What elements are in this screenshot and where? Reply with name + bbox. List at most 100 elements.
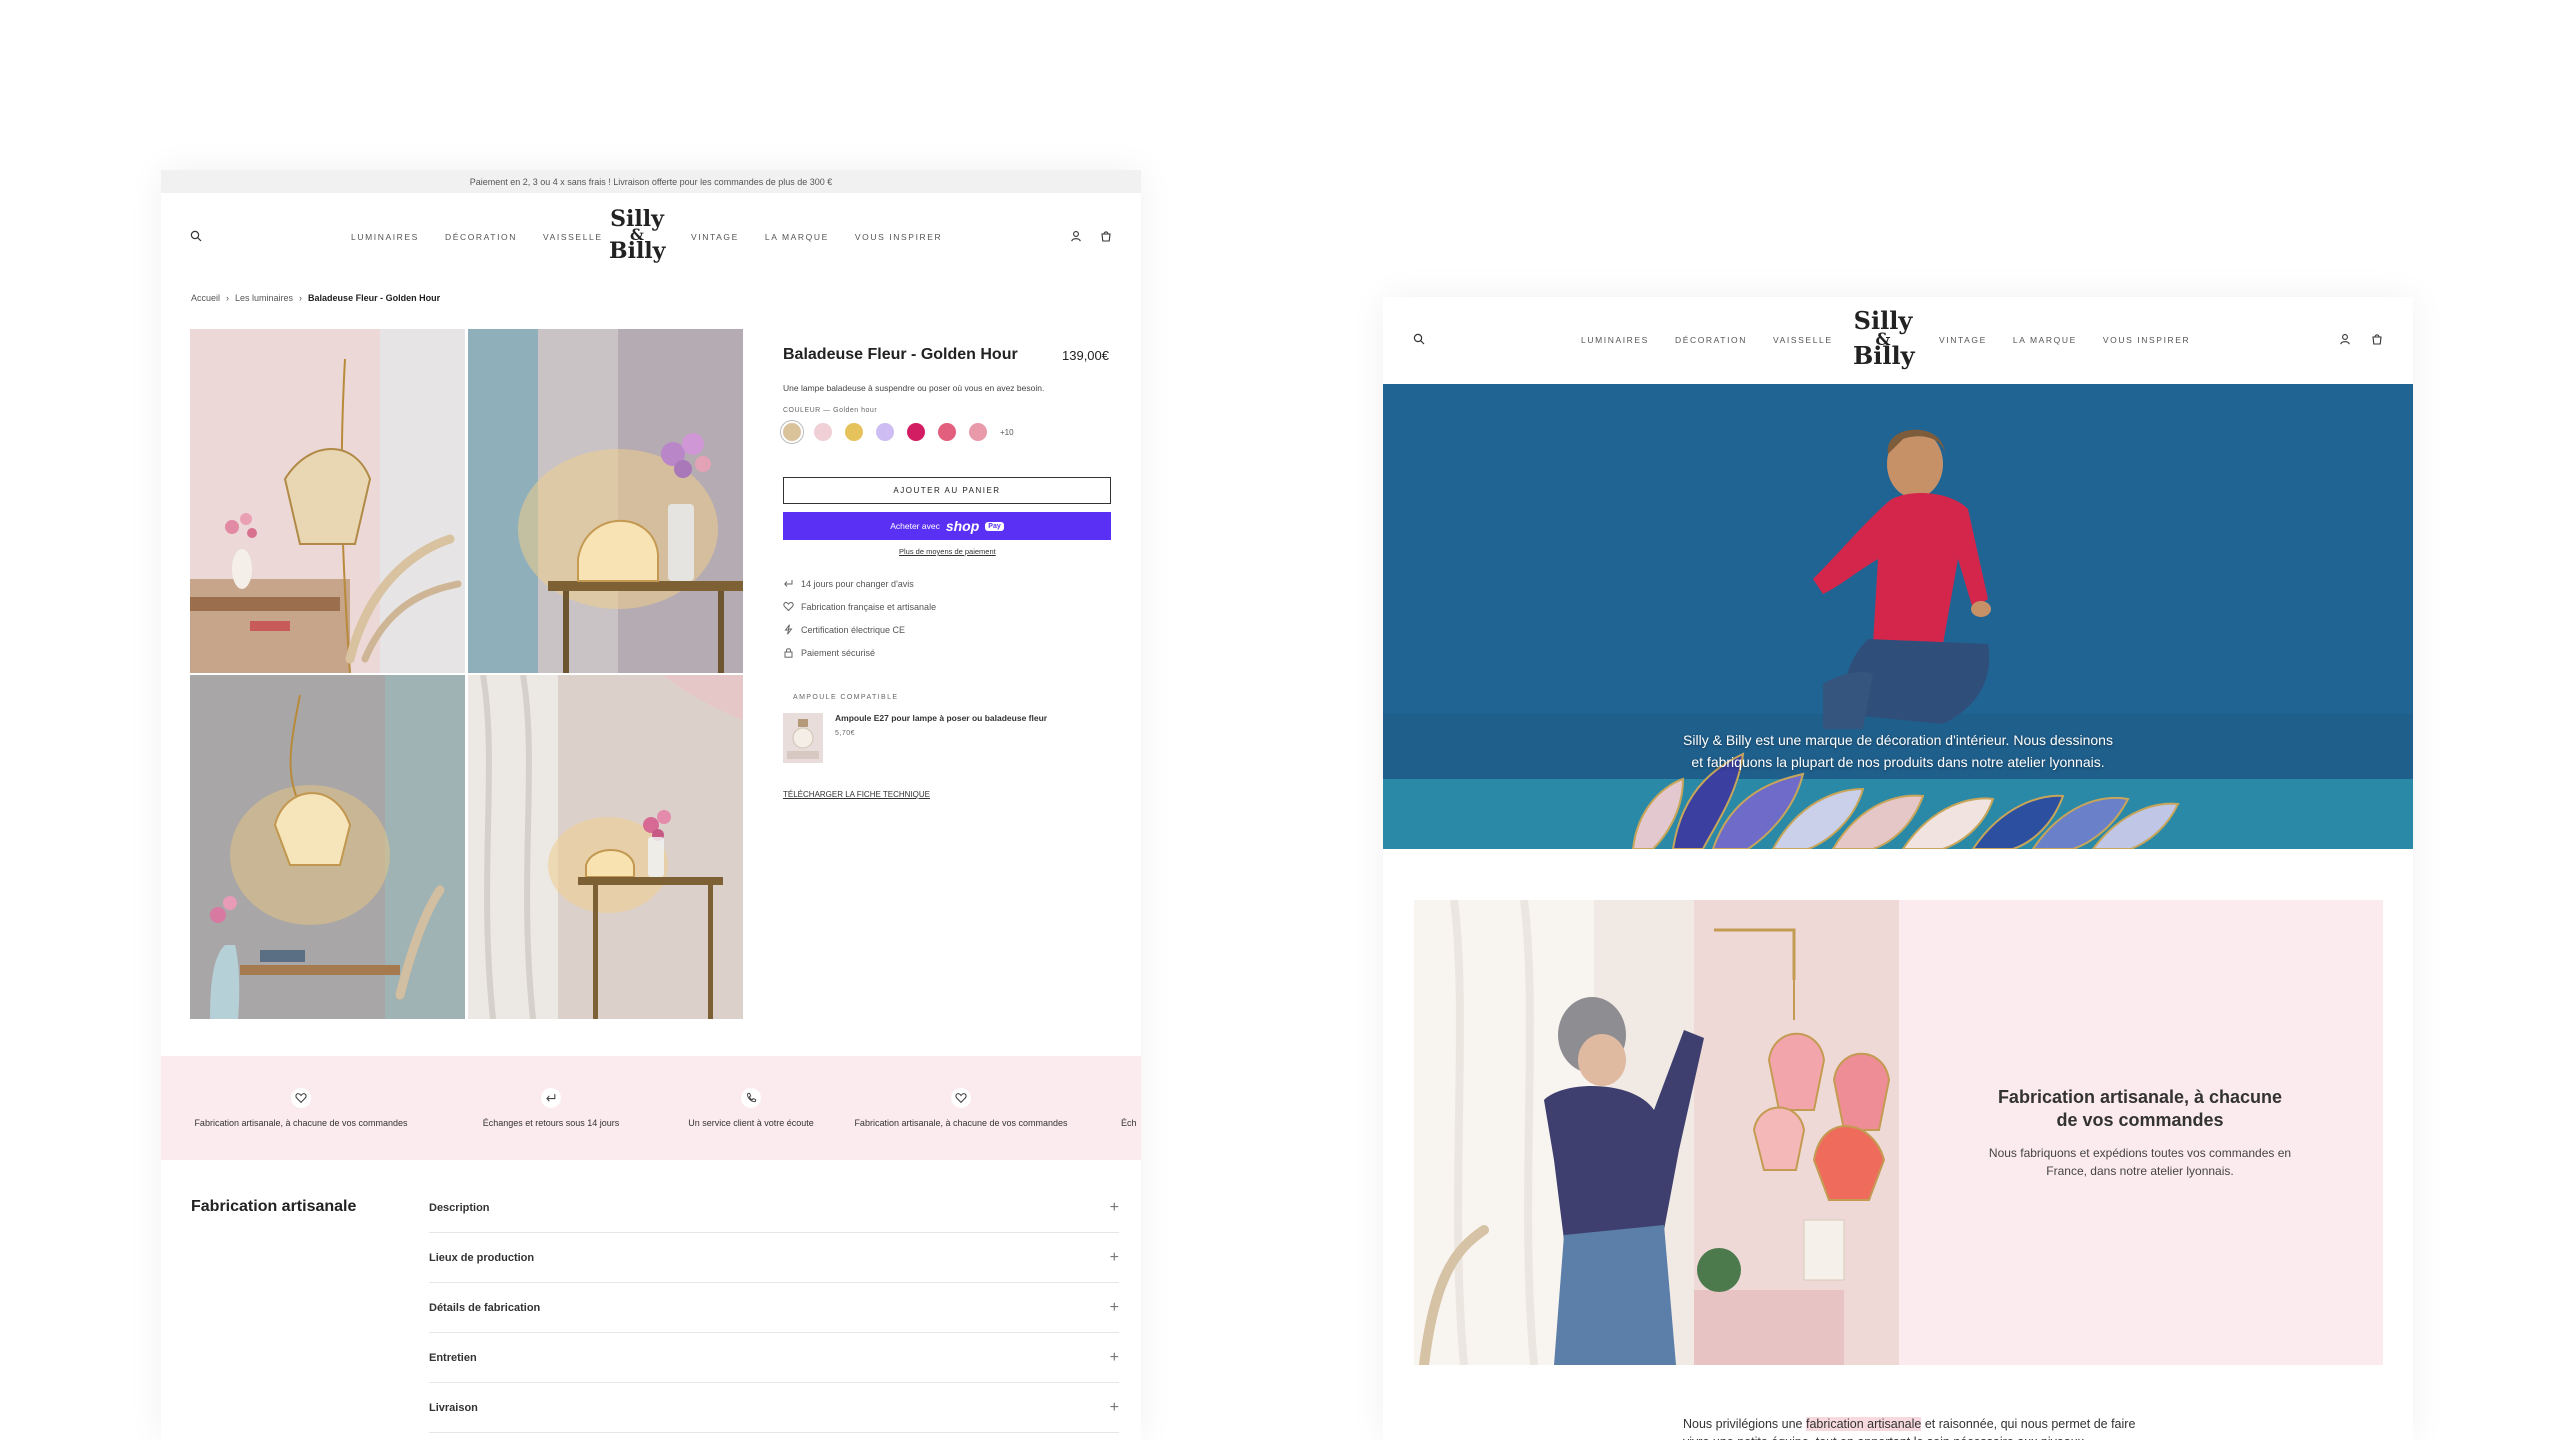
account-icon[interactable] xyxy=(1069,229,1083,243)
intro-highlight: fabrication artisanale xyxy=(1806,1417,1922,1431)
nav-item-decoration[interactable]: DÉCORATION xyxy=(1675,335,1747,345)
color-swatch[interactable] xyxy=(876,423,894,441)
nav-item-vintage[interactable]: VINTAGE xyxy=(1939,335,1987,345)
color-label: COULEUR xyxy=(783,407,821,414)
plus-icon: + xyxy=(1109,1298,1119,1316)
product-photo-1[interactable] xyxy=(190,329,465,673)
color-swatch[interactable] xyxy=(814,423,832,441)
plus-icon: + xyxy=(1109,1398,1119,1416)
nav-item-vous-inspirer[interactable]: VOUS INSPIRER xyxy=(2103,335,2190,345)
intro-text-start: Nous privilégions une xyxy=(1683,1417,1803,1431)
breadcrumb-separator: › xyxy=(226,293,230,303)
feature-label: Fabrication française et artisanale xyxy=(801,601,937,612)
brand-page-screenshot: LUMINAIRES DÉCORATION VAISSELLE Silly & … xyxy=(1383,297,2413,1440)
nav-item-decoration[interactable]: DÉCORATION xyxy=(445,232,517,242)
account-icon[interactable] xyxy=(2338,332,2352,346)
feature-label: Paiement sécurisé xyxy=(801,647,876,658)
nav-item-la-marque[interactable]: LA MARQUE xyxy=(2013,335,2077,345)
breadcrumb: Accueil › Les luminaires › Baladeuse Fle… xyxy=(191,293,440,303)
announcement-bar: Paiement en 2, 3 ou 4 x sans frais ! Liv… xyxy=(161,170,1141,193)
product-page-screenshot: Paiement en 2, 3 ou 4 x sans frais ! Liv… xyxy=(161,170,1141,1440)
lock-icon xyxy=(784,648,793,658)
hero-banner: Silly & Billy est une marque de décorati… xyxy=(1383,384,2413,849)
nav-item-vaisselle[interactable]: VAISSELLE xyxy=(1773,335,1833,345)
plus-icon: + xyxy=(1109,1248,1119,1266)
intro-paragraph: Nous privilégions une fabrication artisa… xyxy=(1683,1415,2143,1440)
reassurance-band: Fabrication artisanale, à chacune de vos… xyxy=(161,1056,1141,1160)
reassurance-label: Échanges et retours sous 14 jours xyxy=(482,1118,620,1128)
main-nav-left: LUMINAIRES DÉCORATION VAISSELLE xyxy=(1581,335,1833,345)
shop-pay-badge: Pay xyxy=(985,521,1004,531)
return-arrow-icon xyxy=(784,580,793,587)
heart-icon xyxy=(951,1088,971,1108)
product-price: 139,00€ xyxy=(1062,348,1109,363)
reassurance-label: Fabrication artisanale, à chacune de vos… xyxy=(194,1118,408,1128)
nav-item-la-marque[interactable]: LA MARQUE xyxy=(765,232,829,242)
accordion-label: Lieux de production xyxy=(429,1251,535,1264)
accordion-livraison[interactable]: Livraison + xyxy=(429,1383,1119,1433)
shop-pay-logo: shop xyxy=(945,518,980,534)
more-payment-link[interactable]: Plus de moyens de paiement xyxy=(899,547,996,556)
accordion-entretien[interactable]: Entretien + xyxy=(429,1333,1119,1383)
compatible-bulb-thumbnail[interactable] xyxy=(783,713,823,763)
shop-pay-button[interactable]: Acheter avec shop Pay xyxy=(783,512,1111,540)
color-swatch[interactable] xyxy=(938,423,956,441)
brand-logo[interactable]: Silly & Billy xyxy=(1853,309,1915,371)
reassurance-item: Un service client à votre écoute xyxy=(651,1056,851,1160)
hero-image xyxy=(1383,384,2413,849)
reassurance-label: Fabrication artisanale, à chacune de vos… xyxy=(854,1118,1068,1128)
more-swatches[interactable]: +10 xyxy=(1000,428,1014,437)
search-icon[interactable] xyxy=(1412,332,1426,346)
search-icon[interactable] xyxy=(189,229,203,243)
craft-section: Fabrication artisanale, à chacune de vos… xyxy=(1414,900,2383,1365)
nav-item-vintage[interactable]: VINTAGE xyxy=(691,232,739,242)
feature-item: Fabrication française et artisanale xyxy=(783,601,936,612)
main-nav-left: LUMINAIRES DÉCORATION VAISSELLE xyxy=(351,232,603,242)
nav-item-vous-inspirer[interactable]: VOUS INSPIRER xyxy=(855,232,942,242)
accordion-label: Détails de fabrication xyxy=(429,1301,541,1314)
logo-line-2: Billy xyxy=(609,238,666,265)
breadcrumb-home[interactable]: Accueil xyxy=(191,293,220,303)
accordion-lieux-de-production[interactable]: Lieux de production + xyxy=(429,1233,1119,1283)
plus-icon: + xyxy=(1109,1198,1119,1216)
nav-item-luminaires[interactable]: LUMINAIRES xyxy=(1581,335,1649,345)
accordion-description[interactable]: Description + xyxy=(429,1183,1119,1233)
hero-text: Silly & Billy est une marque de décorati… xyxy=(1683,732,2113,770)
color-swatch[interactable] xyxy=(845,423,863,441)
product-photo-4[interactable] xyxy=(468,675,743,1019)
reassurance-item: Échanges et retours sous 14 jours xyxy=(451,1056,651,1160)
nav-item-luminaires[interactable]: LUMINAIRES xyxy=(351,232,419,242)
cart-icon[interactable] xyxy=(1099,229,1113,243)
add-to-cart-button[interactable]: AJOUTER AU PANIER xyxy=(783,477,1111,504)
compatible-product-name[interactable]: Ampoule E27 pour lampe à poser ou balade… xyxy=(835,713,1047,723)
feature-item: 14 jours pour changer d'avis xyxy=(783,578,914,589)
breadcrumb-separator: › xyxy=(299,293,303,303)
product-title: Baladeuse Fleur - Golden Hour xyxy=(783,346,1018,363)
color-swatch[interactable] xyxy=(780,420,804,444)
product-description: Une lampe baladeuse à suspendre ou poser… xyxy=(783,383,1045,393)
breadcrumb-category[interactable]: Les luminaires xyxy=(235,293,293,303)
accordion-details-de-fabrication[interactable]: Détails de fabrication + xyxy=(429,1283,1119,1333)
lightning-icon xyxy=(784,624,793,635)
reassurance-item: Fabrication artisanale, à chacune de vos… xyxy=(836,1056,1086,1160)
nav-item-vaisselle[interactable]: VAISSELLE xyxy=(543,232,603,242)
section-title: Fabrication artisanale xyxy=(191,1198,357,1215)
return-icon xyxy=(541,1088,561,1108)
feature-item: Paiement sécurisé xyxy=(783,647,875,658)
product-photo-3[interactable] xyxy=(190,675,465,1019)
color-swatch[interactable] xyxy=(907,423,925,441)
download-tech-sheet-link[interactable]: TÉLÉCHARGER LA FICHE TECHNIQUE xyxy=(783,790,930,799)
accordion-label: Livraison xyxy=(429,1401,478,1414)
plus-icon: + xyxy=(1109,1348,1119,1366)
reassurance-label: Un service client à votre écoute xyxy=(688,1118,814,1128)
reassurance-item: Fabrication artisanale, à chacune de vos… xyxy=(176,1056,426,1160)
brand-logo[interactable]: Silly & Billy xyxy=(609,208,666,265)
craft-photo[interactable] xyxy=(1414,900,1899,1365)
shop-pay-prefix: Acheter avec xyxy=(890,521,940,531)
product-photo-2[interactable] xyxy=(468,329,743,673)
color-swatch[interactable] xyxy=(969,423,987,441)
feature-label: 14 jours pour changer d'avis xyxy=(801,578,914,589)
logo-line-2: Billy xyxy=(1853,341,1915,371)
cart-icon[interactable] xyxy=(2370,332,2384,346)
craft-body: Nous fabriquons et expédions toutes vos … xyxy=(1988,1146,2292,1178)
